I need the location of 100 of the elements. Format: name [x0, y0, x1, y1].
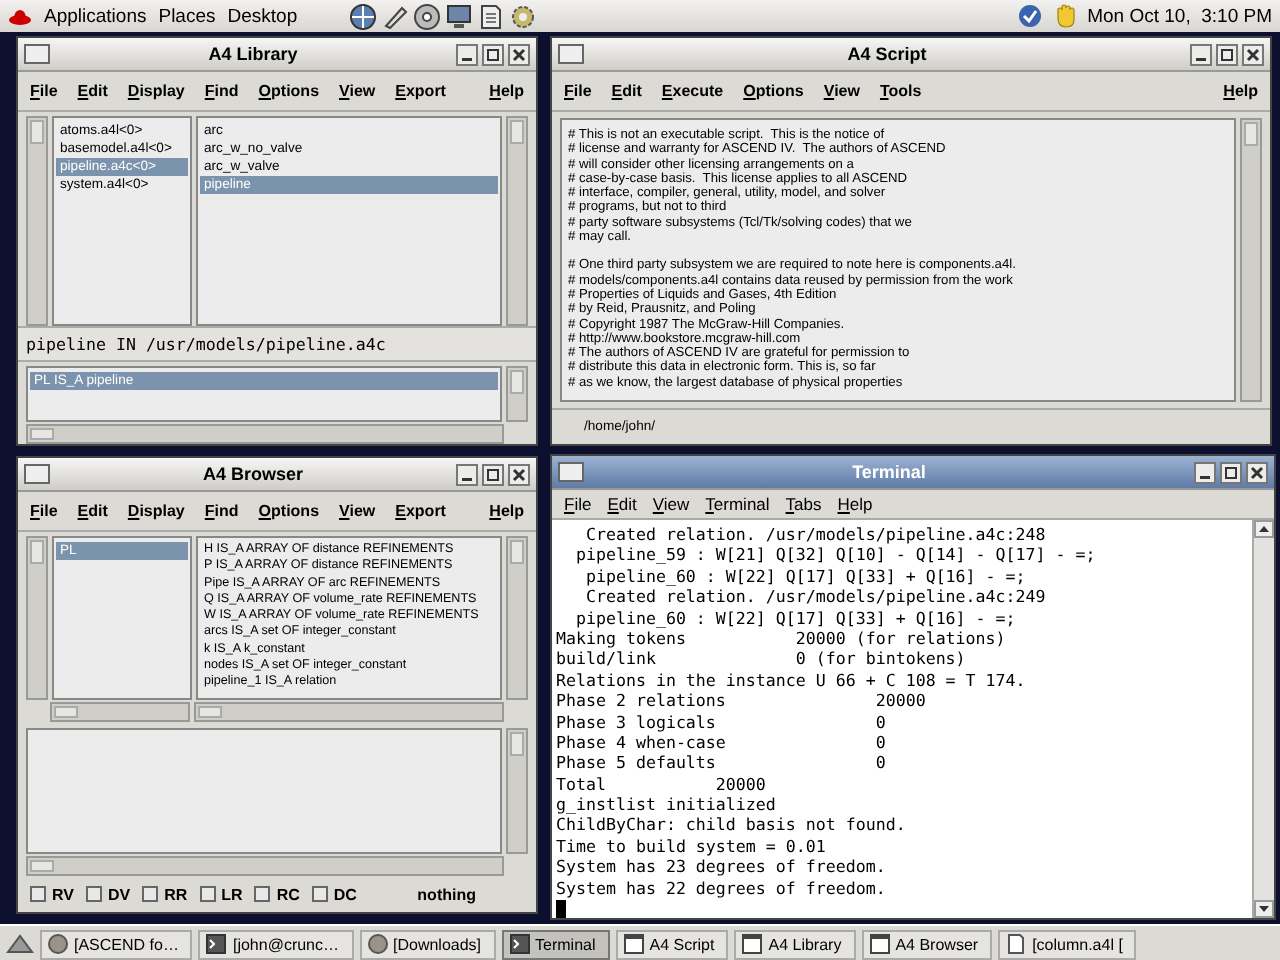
taskbar-button[interactable]: Terminal — [501, 929, 610, 959]
minimize-icon[interactable] — [1194, 461, 1216, 483]
panel-menu[interactable]: Desktop — [227, 5, 298, 27]
close-icon[interactable] — [1246, 461, 1268, 483]
checkbox[interactable]: RV — [30, 885, 74, 903]
close-icon[interactable] — [1242, 43, 1264, 65]
scrollbar[interactable] — [194, 702, 504, 722]
clock[interactable]: Mon Oct 10, 3:10 PM — [1087, 5, 1272, 27]
menu-item[interactable]: View — [652, 494, 690, 514]
terminal-line: Phase 5 defaults 0 — [556, 752, 888, 774]
terminal-icon — [509, 934, 530, 954]
window-icon — [623, 934, 644, 954]
terminal-line: Created relation. /usr/models/pipeline.a4c:249 — [583, 586, 1048, 608]
close-icon[interactable] — [508, 463, 530, 485]
maximize-icon[interactable] — [482, 463, 504, 485]
panel-menu[interactable]: Applications — [44, 5, 147, 27]
menu-item[interactable]: Options — [258, 82, 320, 100]
show-desktop-icon[interactable] — [6, 932, 34, 956]
window-title: A4 Browser — [200, 464, 306, 484]
checkbox[interactable]: LR — [199, 885, 243, 903]
document-icon[interactable] — [477, 3, 504, 29]
scrollbar[interactable] — [26, 424, 504, 444]
menu-item[interactable]: Help — [489, 502, 524, 520]
menu-item[interactable]: Options — [258, 502, 320, 520]
checkbox[interactable]: RR — [142, 885, 188, 903]
menu-item[interactable]: Execute — [661, 82, 724, 100]
maximize-icon[interactable] — [1220, 461, 1242, 483]
menu-item[interactable]: Edit — [77, 502, 108, 520]
menu-item[interactable]: Edit — [607, 494, 637, 514]
menu-item[interactable]: View — [339, 502, 376, 520]
window-title: A4 Library — [206, 44, 300, 64]
close-icon[interactable] — [508, 43, 530, 65]
scrollbar[interactable] — [50, 702, 190, 722]
maximize-icon[interactable] — [482, 43, 504, 65]
panel-menu[interactable]: Places — [158, 5, 216, 27]
scrollbar[interactable] — [1240, 118, 1262, 402]
disc-icon[interactable] — [413, 3, 440, 29]
menu-item[interactable]: Help — [1223, 82, 1258, 100]
taskbar-button[interactable]: [column.a4l [ — [998, 929, 1137, 959]
menu-item[interactable]: Find — [204, 502, 239, 520]
scrollbar[interactable] — [506, 365, 528, 422]
scrollbar[interactable] — [1252, 520, 1274, 918]
menu-item[interactable]: Export — [395, 502, 446, 520]
terminal-line: pipeline_60 : W[22] Q[17] Q[33] + Q[16] - =; — [573, 607, 1018, 628]
menu-item[interactable]: File — [30, 82, 58, 100]
up-arrow-icon[interactable] — [1254, 520, 1274, 538]
menu-item[interactable]: View — [339, 82, 376, 100]
menu-item[interactable]: File — [564, 82, 592, 100]
hand-icon[interactable] — [1053, 4, 1076, 28]
terminal-line: Phase 3 logicals 0 — [556, 711, 888, 732]
menu-item[interactable]: Display — [127, 502, 185, 520]
menu-item[interactable]: Tabs — [785, 494, 822, 514]
scrollbar[interactable] — [506, 728, 528, 854]
menu-item[interactable]: Find — [204, 82, 239, 100]
scrollbar[interactable] — [26, 856, 504, 876]
taskbar-button[interactable]: [Downloads] — [359, 929, 496, 959]
checkbox[interactable]: RC — [254, 885, 300, 903]
scrollbar[interactable] — [26, 536, 48, 700]
menu-item[interactable]: Export — [395, 82, 446, 100]
menu-item[interactable]: View — [823, 82, 860, 100]
menu-item[interactable]: File — [564, 494, 592, 514]
checkbox[interactable]: DC — [311, 885, 357, 903]
menu-item[interactable]: Edit — [77, 82, 108, 100]
menu-item[interactable]: Help — [489, 82, 524, 100]
down-arrow-icon[interactable] — [1254, 900, 1274, 918]
window-menu-icon[interactable] — [558, 462, 584, 482]
checkbox[interactable]: DV — [85, 885, 131, 903]
menu-item[interactable]: File — [30, 502, 58, 520]
terminal-line: pipeline_60 : W[22] Q[17] Q[33] + Q[16] - =; — [583, 565, 1028, 587]
status-text: nothing — [417, 885, 476, 903]
taskbar-button[interactable]: [john@crunc… — [198, 929, 353, 959]
monitor-icon[interactable] — [445, 3, 472, 29]
scrollbar[interactable] — [26, 116, 48, 325]
gear-icon[interactable] — [509, 3, 536, 29]
menu-item[interactable]: Terminal — [705, 494, 770, 514]
scrollbar[interactable] — [506, 536, 528, 700]
terminal-line: ChildByChar: child basis not found. — [556, 814, 908, 836]
menu-item[interactable]: Tools — [879, 82, 922, 100]
window-menu-icon[interactable] — [24, 44, 50, 64]
menu-item[interactable]: Options — [743, 82, 804, 100]
menu-item[interactable]: Display — [127, 82, 185, 100]
pen-icon[interactable] — [381, 3, 408, 29]
hat-icon[interactable] — [8, 6, 32, 26]
taskbar-button[interactable]: A4 Script — [615, 929, 729, 959]
scrollbar[interactable] — [506, 116, 528, 325]
maximize-icon[interactable] — [1216, 43, 1238, 65]
window-menu-icon[interactable] — [24, 464, 50, 484]
minimize-icon[interactable] — [1190, 43, 1212, 65]
terminal-line: System has 23 degrees of freedom. — [556, 856, 888, 878]
taskbar-button[interactable]: A4 Library — [734, 929, 856, 959]
check-circle-icon[interactable] — [1017, 4, 1042, 28]
terminal-line: g_instlist initialized — [556, 794, 778, 815]
window-title: A4 Script — [845, 44, 929, 64]
menu-item[interactable]: Edit — [611, 82, 642, 100]
minimize-icon[interactable] — [456, 463, 478, 485]
taskbar-button[interactable]: A4 Browser — [861, 929, 993, 959]
taskbar-button[interactable]: [ASCEND fo… — [40, 929, 193, 959]
menu-item[interactable]: Help — [837, 494, 873, 514]
window-menu-icon[interactable] — [558, 44, 584, 64]
minimize-icon[interactable] — [456, 43, 478, 65]
